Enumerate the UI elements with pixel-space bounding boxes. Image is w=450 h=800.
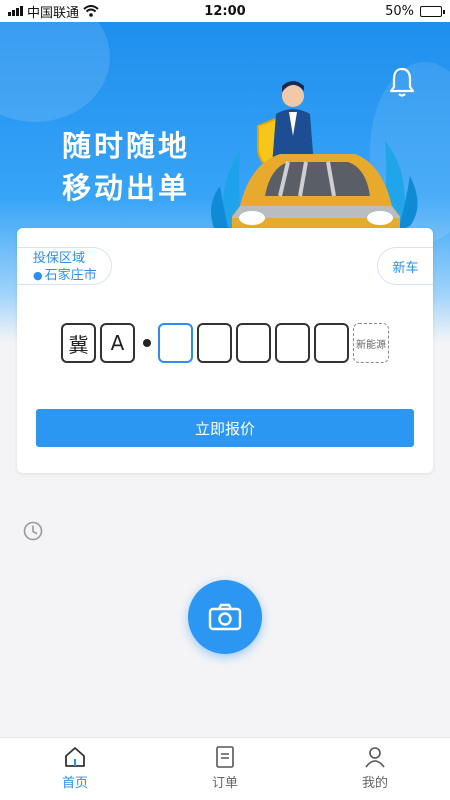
plate-char-box[interactable] — [236, 323, 271, 363]
banner-slogan: 随时随地 移动出单 — [62, 125, 190, 209]
tab-home[interactable]: 首页 — [0, 738, 150, 800]
bottom-tab-bar: 首页 订单 我的 — [0, 737, 450, 800]
slogan-line-2: 移动出单 — [62, 171, 191, 205]
document-icon — [216, 746, 234, 768]
camera-icon — [208, 603, 242, 631]
region-label: 投保区域 — [33, 251, 86, 266]
region-city: 石家庄市 — [44, 268, 97, 283]
plate-input: 冀 A 新能源 — [61, 323, 393, 363]
battery-icon — [420, 5, 445, 17]
battery-percent: 50% — [385, 3, 414, 19]
plate-province-box[interactable]: 冀 — [61, 323, 96, 363]
user-icon — [365, 747, 385, 768]
decor-circle — [0, 22, 110, 122]
plate-char-box[interactable] — [314, 323, 349, 363]
plate-separator-dot — [143, 339, 151, 347]
tab-label: 首页 — [61, 776, 88, 791]
tab-label: 订单 — [211, 776, 238, 791]
signal-icon — [8, 6, 23, 16]
plate-char-box[interactable] — [158, 323, 193, 363]
clock-icon[interactable] — [23, 521, 43, 541]
car-agent-illustration — [211, 81, 418, 248]
plate-letter-box[interactable]: A — [100, 323, 135, 363]
carrier-name: 中国联通 — [27, 5, 80, 21]
tab-profile[interactable]: 我的 — [300, 738, 450, 800]
plate-char-box[interactable] — [197, 323, 232, 363]
location-pin-icon: ● — [33, 269, 43, 282]
slogan-line-1: 随时随地 — [62, 129, 191, 163]
plate-char-box[interactable] — [275, 323, 310, 363]
quote-card: 投保区域 ● 石家庄市 新车 冀 A 新能源 立即报价 — [17, 228, 433, 473]
clock: 12:00 — [204, 3, 246, 19]
get-quote-button[interactable]: 立即报价 — [36, 409, 414, 447]
tab-orders[interactable]: 订单 — [150, 738, 300, 800]
wifi-icon — [83, 5, 99, 17]
tab-label: 我的 — [361, 776, 388, 791]
insurance-region-selector[interactable]: 投保区域 ● 石家庄市 — [17, 247, 112, 285]
status-bar: 中国联通 12:00 50% — [0, 0, 450, 22]
home-icon — [65, 747, 85, 767]
new-car-button[interactable]: 新车 — [377, 247, 433, 285]
camera-scan-button[interactable] — [188, 580, 262, 654]
plate-nev-box[interactable]: 新能源 — [353, 323, 389, 363]
